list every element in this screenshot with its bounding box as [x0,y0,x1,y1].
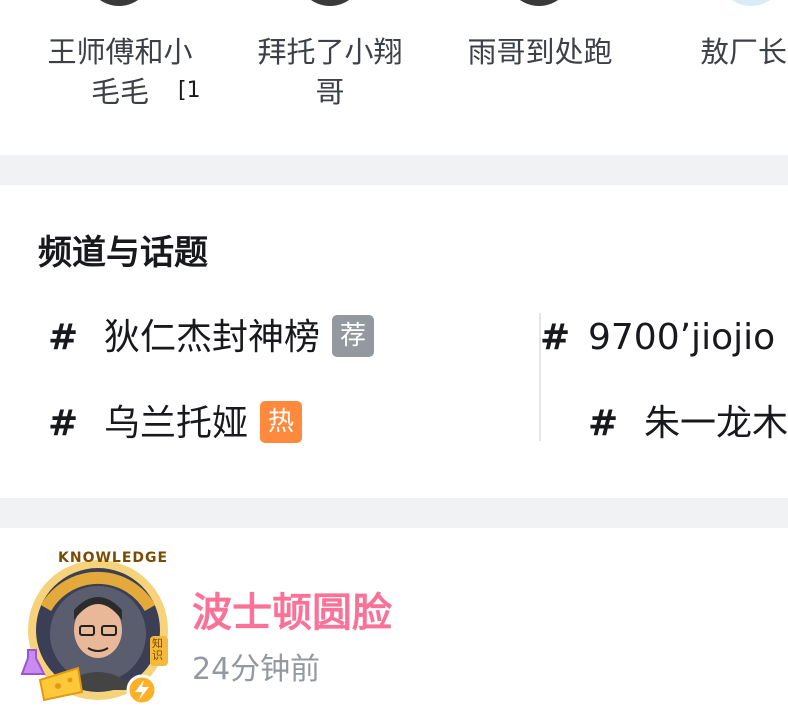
section-divider [0,155,788,185]
post-timestamp: 24分钟前 [192,652,321,687]
hot-badge: 热 [260,401,303,443]
topic-name: 狄仁杰封神榜 [104,317,321,358]
followed-creators-row: 王师傅和小毛毛 [1 拜托了小翔哥 雨哥到处跑 敖厂长 [0,0,788,155]
topic-item[interactable]: #9700’jiojio [540,313,775,363]
author-avatar-with-frame[interactable] [18,550,178,710]
topic-name: 乌兰托娅 [104,403,249,444]
topic-item[interactable]: # 狄仁杰封神榜荐 [48,313,375,363]
section-title: 频道与话题 [38,233,208,273]
avatar-frame-icon [20,560,168,706]
creator-avatar[interactable] [718,0,784,6]
section-divider [0,498,788,528]
author-name[interactable]: 波士顿圆脸 [192,580,392,638]
topic-name: 9700’jiojio [588,317,776,358]
hashtag-icon: # [540,317,571,358]
recommend-badge: 荐 [332,315,375,357]
hashtag-icon: # [588,403,619,444]
avatar-frame-text: KNOWLEDGE [58,550,169,566]
hashtag-icon: # [48,317,79,358]
topic-item[interactable]: # 乌兰托娅热 [48,399,303,449]
creator-item-2[interactable]: 雨哥到处跑 [450,32,630,72]
creator-avatar[interactable] [506,0,572,6]
creator-name: 拜托了小翔哥 [257,35,403,109]
creator-item-1[interactable]: 拜托了小翔哥 [240,32,420,112]
creator-avatar[interactable] [86,0,152,6]
topic-item[interactable]: # 朱一龙木 [588,399,788,449]
dynamic-post-card: KNOWLEDGE 知识 波士顿圆脸 24分钟前 [0,528,788,707]
topic-name: 朱一龙木 [644,403,788,444]
creator-badge: [1 [178,78,201,103]
hashtag-icon: # [48,403,79,444]
creator-avatar[interactable] [297,0,363,6]
creator-name: 雨哥到处跑 [467,35,613,69]
creator-item-3[interactable]: 敖厂长 [700,32,788,72]
channel-topics-section: 频道与话题 # 狄仁杰封神榜荐 # 乌兰托娅热 #9700’jiojio # 朱一龙木 [0,185,788,498]
creator-name: 敖厂长 [700,35,788,69]
avatar-frame-badge: 知识 [152,637,163,662]
